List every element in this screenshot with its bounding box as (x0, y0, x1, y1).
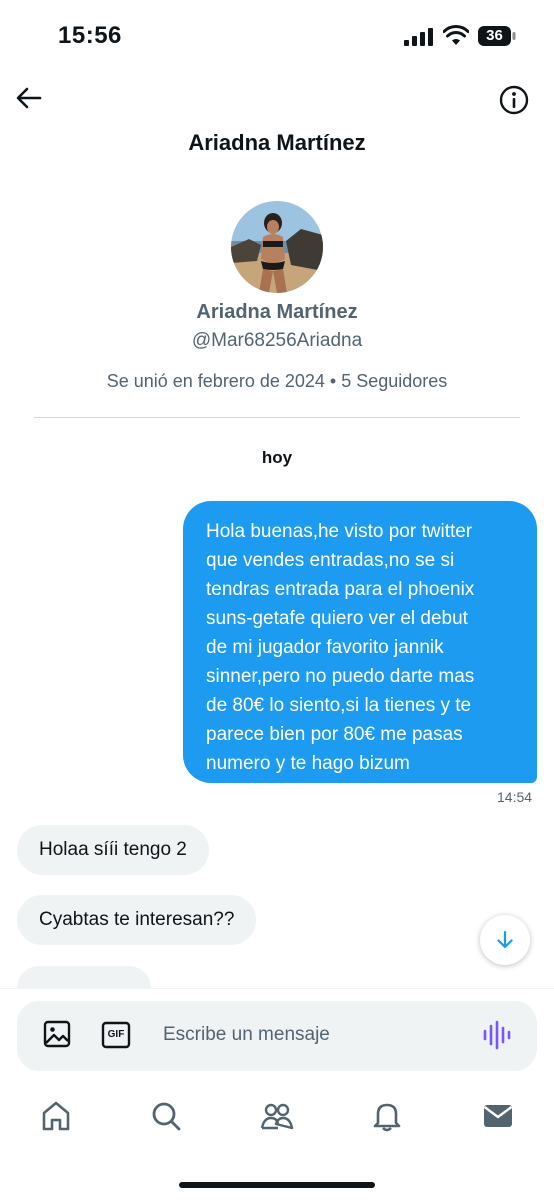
tab-search[interactable] (146, 1096, 186, 1136)
wifi-icon (443, 25, 469, 45)
profile-meta: Se unió en febrero de 2024 • 5 Seguidore… (106, 371, 448, 391)
home-icon (42, 1101, 70, 1131)
tab-messages[interactable] (478, 1096, 518, 1136)
day-separator: hoy (261, 448, 293, 467)
message-line: que vendes entradas,no se si (206, 550, 455, 571)
tab-notifications[interactable] (367, 1096, 407, 1136)
tab-communities[interactable] (257, 1096, 297, 1136)
gif-icon[interactable]: GIF (101, 1020, 131, 1050)
battery-icon: 36 (478, 25, 516, 47)
profile-handle: @Mar68256Ariadna (191, 330, 363, 351)
received-message-bubble[interactable]: Holaa sííi tengo 2 (17, 825, 209, 875)
page-title: Ariadna Martínez (188, 130, 366, 155)
messages-icon (483, 1105, 513, 1127)
cell-signal-icon (404, 28, 433, 46)
profile-name[interactable]: Ariadna Martínez (0, 301, 554, 324)
search-icon (152, 1102, 181, 1131)
divider (34, 417, 520, 418)
battery-level: 36 (486, 27, 503, 44)
home-indicator (179, 1182, 375, 1188)
scroll-to-bottom-button[interactable] (480, 915, 530, 965)
message-input[interactable] (163, 1019, 463, 1051)
message-line: parece bien por 80€ me pasas (206, 724, 463, 745)
sent-message-bubble[interactable]: Hola buenas,he visto por twitter que ven… (183, 501, 537, 783)
message-line: de mi jugador favorito jannik (206, 637, 444, 658)
image-icon[interactable] (42, 1019, 72, 1049)
message-line: de 80€ lo siento,si la tienes y te (206, 695, 472, 716)
message-line: tendras entrada para el phoenix (206, 579, 475, 600)
gif-label: GIF (107, 1029, 125, 1040)
received-message-bubble-partial[interactable] (17, 966, 151, 988)
received-message-bubble[interactable]: Cyabtas te interesan?? (17, 895, 257, 945)
info-icon[interactable] (498, 84, 530, 116)
avatar[interactable] (231, 201, 323, 293)
arrow-down-icon (497, 930, 513, 949)
status-time: 15:56 (58, 22, 122, 49)
communities-icon (260, 1103, 294, 1130)
message-line: sinner,pero no puedo darte mas (206, 666, 475, 687)
back-arrow-icon[interactable] (14, 83, 44, 113)
message-line: suns-getafe quiero ver el debut (206, 608, 468, 629)
tab-home[interactable] (36, 1096, 76, 1136)
notifications-icon (373, 1103, 401, 1132)
message-line: Hola buenas,he visto por twitter (206, 521, 473, 542)
message-timestamp: 14:54 (497, 789, 533, 805)
voice-wave-icon[interactable] (481, 1019, 513, 1051)
message-line: numero y te hago bizum (206, 753, 410, 774)
